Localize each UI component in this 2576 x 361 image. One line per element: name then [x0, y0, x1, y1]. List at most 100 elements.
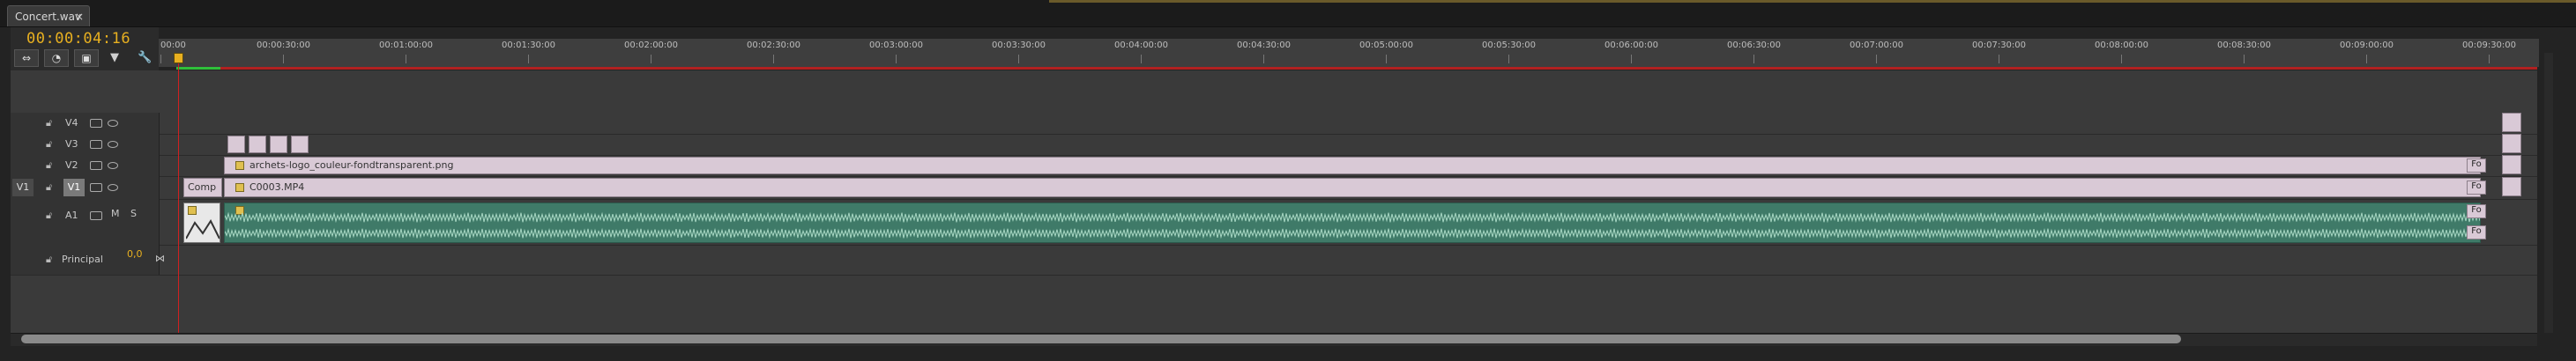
- toggle-sync-icon[interactable]: [90, 211, 102, 220]
- ruler-label: 00:06:00:00: [1604, 41, 1659, 50]
- waveform-channel: [225, 227, 2480, 239]
- track-row-master: [11, 245, 2537, 276]
- track-label-a1: A1: [65, 210, 78, 221]
- ruler-tick: [160, 55, 161, 63]
- clip-v1-video-label: C0003.MP4: [249, 181, 305, 193]
- ruler-tick: [1141, 55, 1142, 63]
- clip-a1-end-marker[interactable]: Fo: [2467, 204, 2486, 218]
- clip-v4-end[interactable]: [2502, 113, 2521, 132]
- ruler-label: 00:02:00:00: [624, 41, 679, 50]
- ruler-tick: [1508, 55, 1509, 63]
- lock-icon[interactable]: 🔓︎: [46, 138, 52, 151]
- toggle-sync-icon[interactable]: [90, 161, 102, 170]
- eye-icon[interactable]: [108, 184, 118, 191]
- bowtie-icon[interactable]: ⋈: [155, 253, 165, 264]
- clip-v3-3[interactable]: [270, 136, 287, 153]
- clip-v1-end-marker[interactable]: Fo: [2467, 180, 2486, 195]
- clip-v1-comp-label: Comp: [188, 181, 217, 193]
- solo-button[interactable]: S: [130, 208, 137, 219]
- ruler-tick: [1018, 55, 1019, 63]
- snap-icon: ⇔: [21, 52, 32, 64]
- toggle-sync-icon[interactable]: [90, 140, 102, 149]
- vertical-scrollbar[interactable]: [2544, 53, 2553, 333]
- ruler-label: 00:01:00:00: [379, 41, 434, 50]
- ruler-tick: [2366, 55, 2367, 63]
- clip-v1-tail[interactable]: [2502, 177, 2521, 196]
- close-icon[interactable]: ×: [75, 6, 84, 27]
- track-row-v3: [11, 134, 2537, 156]
- wrench-icon[interactable]: 🔧: [138, 51, 152, 65]
- lock-icon[interactable]: 🔓︎: [46, 181, 52, 194]
- lock-icon[interactable]: 🔓︎: [46, 210, 52, 222]
- track-row-v4: [11, 113, 2537, 135]
- ruler-tick: [773, 55, 774, 63]
- clip-v3-end[interactable]: [2502, 134, 2521, 153]
- playhead-line[interactable]: [178, 55, 179, 336]
- clip-a1-comp-audio[interactable]: [183, 203, 220, 243]
- clip-a1-end-marker-2[interactable]: Fo: [2467, 225, 2486, 239]
- comp-thumbnail-icon: [186, 218, 220, 239]
- ruler-label: 00:00: [160, 41, 186, 50]
- ruler-label: 00:08:00:00: [2095, 41, 2149, 50]
- track-target-v1[interactable]: V1: [63, 179, 85, 196]
- sequence-tab[interactable]: Concert.wav ×: [7, 5, 90, 26]
- lock-icon[interactable]: 🔓︎: [46, 117, 52, 129]
- ruler-tick: [2244, 55, 2245, 63]
- ruler-label: 00:05:00:00: [1359, 41, 1414, 50]
- waveform-channel: [225, 211, 2480, 224]
- eye-icon[interactable]: [108, 141, 118, 148]
- clip-a1-audio[interactable]: [224, 203, 2481, 243]
- track-header-v2: 🔓︎ V2: [11, 155, 160, 176]
- mute-button[interactable]: M: [111, 208, 120, 219]
- track-header-v3: 🔓︎ V3: [11, 134, 160, 155]
- playhead-handle[interactable]: [174, 53, 183, 63]
- toggle-sync-icon[interactable]: [90, 119, 102, 128]
- marker-icon[interactable]: ▼: [108, 51, 122, 65]
- ruler-tick: [1753, 55, 1754, 63]
- clip-v2-logo-label: archets-logo_couleur-fondtransparent.png: [249, 159, 454, 171]
- eye-icon[interactable]: [108, 120, 118, 127]
- work-area-bar[interactable]: [176, 67, 2537, 70]
- ruler-label: 00:05:30:00: [1482, 41, 1537, 50]
- ruler-label: 00:04:30:00: [1237, 41, 1292, 50]
- track-header-v4: 🔓︎ V4: [11, 113, 160, 134]
- ruler-tick: [283, 55, 284, 63]
- clip-v3-2[interactable]: [249, 136, 266, 153]
- lock-icon[interactable]: 🔓︎: [46, 159, 52, 172]
- track-header-a1: 🔓︎ A1 M S: [11, 199, 160, 245]
- track-label-v2: V2: [65, 159, 78, 171]
- clip-v2-end-marker[interactable]: Fo: [2467, 158, 2486, 173]
- ruler-label: 00:08:30:00: [2217, 41, 2272, 50]
- fx-badge-icon: [235, 183, 244, 192]
- lock-icon[interactable]: 🔓︎: [46, 254, 52, 266]
- clip-v3-4[interactable]: [291, 136, 309, 153]
- playhead-timecode[interactable]: 00:00:04:16: [26, 30, 130, 48]
- eye-icon[interactable]: [108, 162, 118, 169]
- clip-v1-video[interactable]: C0003.MP4: [224, 178, 2481, 197]
- master-track-label: Principal: [62, 254, 103, 265]
- ruler-label: 00:01:30:00: [502, 41, 556, 50]
- sequence-tab-label: Concert.wav: [15, 11, 82, 23]
- clip-v2-tail[interactable]: [2502, 155, 2521, 174]
- track-header-master: 🔓︎ Principal 0,0 ⋈: [11, 245, 165, 275]
- clip-v2-logo[interactable]: archets-logo_couleur-fondtransparent.png: [224, 157, 2481, 174]
- linked-selection-button[interactable]: ◔: [44, 49, 69, 67]
- ruler-label: 00:07:30:00: [1972, 41, 2027, 50]
- ruler-label: 00:09:30:00: [2462, 41, 2517, 50]
- clip-v1-comp[interactable]: Comp: [183, 178, 222, 197]
- add-marker-button[interactable]: ▣: [74, 49, 99, 67]
- clip-v3-1[interactable]: [227, 136, 245, 153]
- tab-bar: Concert.wav ×: [0, 0, 2576, 27]
- ruler-tick: [2121, 55, 2122, 63]
- master-volume-value[interactable]: 0,0: [127, 248, 143, 260]
- ruler-tick: [896, 55, 897, 63]
- ruler-label: 00:06:30:00: [1727, 41, 1782, 50]
- fx-badge-icon: [235, 161, 244, 170]
- snap-button[interactable]: ⇔: [14, 49, 39, 67]
- horizontal-scroll-thumb[interactable]: [21, 335, 2181, 343]
- ruler-tick: [1386, 55, 1387, 63]
- source-patch-v1[interactable]: V1: [12, 179, 34, 196]
- toggle-sync-icon[interactable]: [90, 183, 102, 192]
- ruler-tick: [1631, 55, 1632, 63]
- in-point-bar: [176, 67, 220, 70]
